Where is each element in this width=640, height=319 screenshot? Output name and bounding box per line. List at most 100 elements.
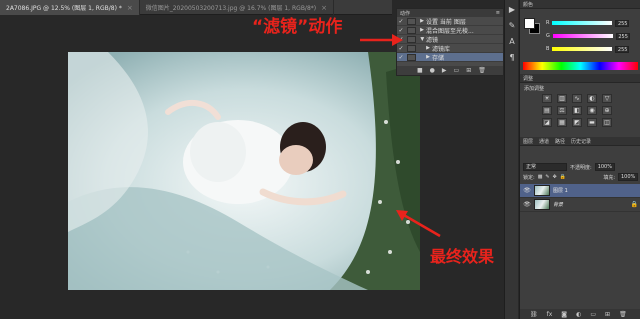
new-layer-icon[interactable]: ⊞ — [605, 311, 610, 318]
layer-row[interactable]: 👁 背景 🔒 — [520, 198, 640, 212]
lock-all-icon[interactable]: 🔒 — [560, 174, 566, 180]
channel-mixer-icon[interactable]: ⊕ — [602, 106, 612, 115]
lock-transparency-icon[interactable]: ▩ — [538, 174, 543, 180]
expand-triangle-icon[interactable]: ▶ — [418, 18, 426, 24]
color-slider[interactable] — [552, 21, 613, 25]
dialog-toggle-box[interactable] — [407, 53, 416, 61]
eye-icon[interactable]: 👁 — [523, 201, 531, 208]
new-action-icon[interactable]: ⊞ — [466, 67, 471, 74]
brightness-icon[interactable]: ☀ — [542, 94, 552, 103]
collapsed-panel-dock: ▶ ✎ A ¶ — [504, 0, 518, 319]
action-row-selected[interactable]: ✓ ▶ 存储 — [397, 53, 503, 62]
lock-paint-icon[interactable]: ✎ — [545, 174, 549, 180]
annotation-filter-action: “滤镜”动作 — [252, 17, 343, 37]
expand-triangle-icon[interactable]: ▶ — [418, 27, 426, 33]
panel-menu-icon[interactable]: ≡ — [496, 10, 500, 16]
hue-saturation-icon[interactable]: ▤ — [542, 106, 552, 115]
curves-icon[interactable]: ∿ — [572, 94, 582, 103]
layer-thumbnail — [534, 185, 550, 196]
mask-icon[interactable]: ◙ — [561, 311, 567, 318]
lock-move-icon[interactable]: ✥ — [553, 174, 557, 180]
canvas-photo[interactable] — [68, 52, 420, 290]
link-icon[interactable]: ⛓ — [530, 311, 538, 318]
opacity-label: 不透明度: — [570, 164, 592, 171]
action-label: 设置 当前 图层 — [426, 18, 466, 26]
channel-value-input[interactable]: 255 — [615, 32, 630, 40]
document-tab-active[interactable]: 2A7086.JPG @ 12.5% (图层 1, RGB/8) * × — [0, 0, 140, 15]
check-icon[interactable]: ✓ — [397, 18, 405, 25]
dialog-toggle-box[interactable] — [407, 35, 416, 43]
delete-icon[interactable]: 🗑 — [619, 311, 627, 318]
document-tab-label: 微信图片_20200503200713.jpg @ 16.7% (图层 1, R… — [145, 5, 317, 12]
fill-input[interactable]: 100% — [618, 173, 638, 181]
lock-icon: 🔒 — [630, 201, 638, 208]
color-spectrum-bar[interactable] — [523, 62, 638, 70]
layer-row-selected[interactable]: 👁 图层 1 — [520, 184, 640, 198]
color-balance-icon[interactable]: ⚖ — [557, 106, 567, 115]
color-slider[interactable] — [552, 34, 613, 38]
brush-icon[interactable]: ✎ — [506, 20, 518, 32]
opacity-input[interactable]: 100% — [594, 163, 615, 171]
close-icon[interactable]: × — [321, 4, 327, 12]
channel-label: B — [546, 46, 550, 52]
selective-color-icon[interactable]: ◫ — [602, 118, 612, 127]
color-slider[interactable] — [552, 47, 613, 51]
folder-icon[interactable]: ▭ — [590, 311, 596, 318]
color-slider-row: B 255 — [546, 45, 630, 53]
delete-icon[interactable]: 🗑 — [478, 67, 486, 74]
dialog-toggle-box[interactable] — [407, 26, 416, 34]
blend-mode-select[interactable]: 正常 — [523, 163, 567, 171]
stop-icon[interactable]: ■ — [417, 67, 423, 74]
text-icon[interactable]: A — [506, 36, 518, 48]
channel-value-input[interactable]: 255 — [615, 45, 630, 53]
expand-triangle-icon[interactable]: ▶ — [424, 45, 432, 51]
threshold-icon[interactable]: ◩ — [572, 118, 582, 127]
foreground-color-swatch[interactable] — [524, 18, 535, 29]
adjustments-tab[interactable]: 调整 — [523, 75, 533, 82]
adjustment-layer-icon[interactable]: ◐ — [576, 311, 581, 318]
layer-name: 图层 1 — [553, 188, 568, 194]
tab-channels[interactable]: 通道 — [539, 138, 549, 145]
paragraph-icon[interactable]: ¶ — [506, 52, 518, 64]
play-icon[interactable]: ▶ — [506, 4, 518, 16]
color-panel-header: 颜色 — [520, 0, 640, 9]
check-icon[interactable]: ✓ — [397, 45, 405, 52]
tab-history[interactable]: 历史记录 — [571, 138, 591, 145]
exposure-icon[interactable]: ◐ — [587, 94, 597, 103]
posterize-icon[interactable]: ▦ — [557, 118, 567, 127]
layers-panel-footer: ⛓ fx ◙ ◐ ▭ ⊞ 🗑 — [520, 309, 640, 319]
gradient-map-icon[interactable]: ▬ — [587, 118, 597, 127]
lock-fill-row: 锁定: ▩ ✎ ✥ 🔒 填充: 100% — [520, 172, 640, 182]
play-icon[interactable]: ▶ — [442, 67, 447, 74]
new-set-icon[interactable]: ▭ — [454, 67, 460, 74]
blend-opacity-row: 正常 不透明度: 100% — [520, 162, 640, 172]
action-label: 滤镜库 — [432, 45, 451, 53]
tab-layers[interactable]: 图层 — [523, 138, 533, 145]
black-white-icon[interactable]: ◧ — [572, 106, 582, 115]
check-icon[interactable]: ✓ — [397, 54, 405, 61]
check-icon[interactable]: ✓ — [397, 36, 405, 43]
close-icon[interactable]: × — [127, 4, 133, 12]
eye-icon[interactable]: 👁 — [523, 187, 531, 194]
adjustment-icon-grid: ☀ ▥ ∿ ◐ ▽ ▤ ⚖ ◧ ◉ ⊕ ◪ ▦ ◩ ▬ ◫ — [542, 94, 614, 127]
collapse-triangle-icon[interactable]: ▶ — [419, 35, 425, 43]
channel-value-input[interactable]: 255 — [615, 19, 630, 27]
action-label: 存储 — [432, 54, 445, 62]
record-icon[interactable]: ● — [430, 67, 435, 74]
invert-icon[interactable]: ◪ — [542, 118, 552, 127]
expand-triangle-icon[interactable]: ▶ — [424, 54, 432, 60]
photo-filter-icon[interactable]: ◉ — [587, 106, 597, 115]
tab-paths[interactable]: 路径 — [555, 138, 565, 145]
fx-icon[interactable]: fx — [547, 311, 553, 318]
dialog-toggle-box[interactable] — [407, 17, 416, 25]
levels-icon[interactable]: ▥ — [557, 94, 567, 103]
dialog-toggle-box[interactable] — [407, 44, 416, 52]
action-label: 滤镜 — [426, 36, 439, 44]
actions-panel: 动作 ≡ ✓ ▶ 设置 当前 图层 ✓ ▶ 混合图层至光棱... ✓ ▶ 滤镜 … — [396, 8, 504, 76]
layers-panel-tabs: 图层 通道 路径 历史记录 — [520, 137, 640, 146]
vibrance-icon[interactable]: ▽ — [602, 94, 612, 103]
layer-name: 背景 — [553, 202, 564, 208]
check-icon[interactable]: ✓ — [397, 27, 405, 34]
lock-label: 锁定: — [523, 174, 535, 181]
color-panel-tab[interactable]: 颜色 — [523, 1, 533, 8]
